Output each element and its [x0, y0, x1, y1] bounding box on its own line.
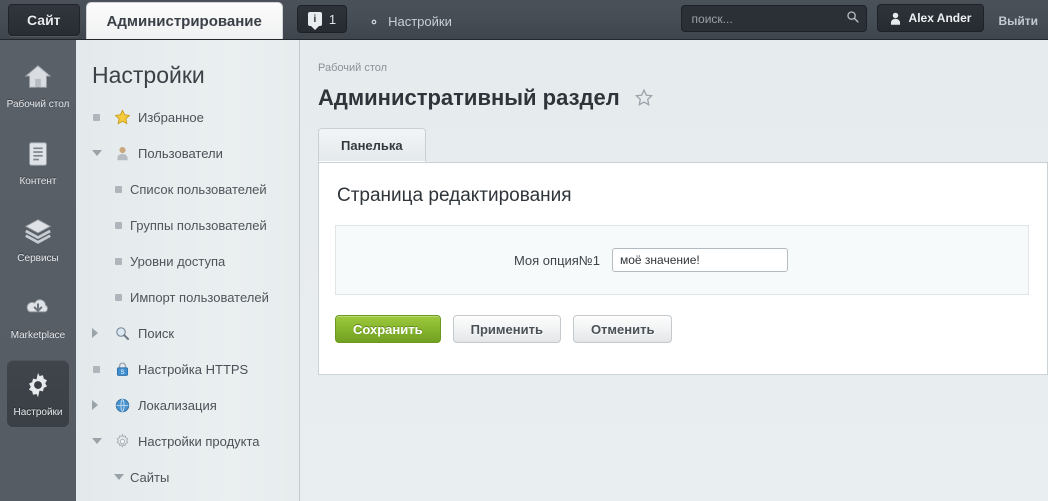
user-icon — [114, 145, 131, 162]
top-bar-settings-label: Настройки — [388, 14, 452, 29]
bullet-marker — [92, 113, 108, 121]
bullet-marker — [114, 293, 130, 301]
rail-item-settings[interactable]: Настройки — [7, 360, 69, 427]
tab-strip: Панелька — [318, 128, 1048, 163]
arrow-down-icon[interactable] — [92, 150, 108, 156]
top-bar-settings-link[interactable]: Настройки — [367, 14, 452, 29]
rail-item-services[interactable]: Сервисы — [0, 206, 76, 273]
tree-item-sites[interactable]: Сайты — [76, 459, 299, 495]
notification-count: 1 — [328, 11, 337, 27]
bullet-marker — [114, 185, 130, 193]
tab-administration[interactable]: Администрирование — [85, 2, 283, 39]
rail-item-label: Сервисы — [17, 253, 59, 264]
tree-item-label: Настройка HTTPS — [138, 361, 249, 377]
rail-item-label: Контент — [19, 176, 57, 187]
tree-item-label: Сайты — [130, 469, 170, 485]
layers-icon — [23, 216, 53, 246]
rail-item-label: Настройки — [13, 407, 63, 418]
home-icon — [23, 62, 53, 92]
tree-item-label: Пользователи — [138, 145, 223, 161]
tree-item-product-settings[interactable]: Настройки продукта — [76, 423, 299, 459]
tree-item-user-list[interactable]: Список пользователей — [76, 171, 299, 207]
svg-text:S: S — [121, 369, 125, 375]
tree-item-label: Настройки продукта — [138, 433, 260, 449]
info-bubble-icon: i — [307, 12, 322, 30]
lock-icon: S — [114, 361, 131, 378]
tree-item-favorites[interactable]: Избранное — [76, 99, 299, 135]
magnifier-icon — [114, 325, 131, 342]
tree-item-label: Импорт пользователей — [130, 289, 269, 305]
bullet-marker — [92, 365, 108, 373]
star-icon — [114, 108, 131, 126]
tree-item-access-levels[interactable]: Уровни доступа — [76, 243, 299, 279]
option-1-label: Моя опция№1 — [513, 252, 600, 268]
bullet-marker — [114, 221, 130, 229]
tree-item-label: Локализация — [138, 397, 217, 413]
page-title-row: Административный раздел — [300, 74, 1048, 111]
notifications-badge[interactable]: i 1 — [296, 5, 348, 33]
tree-item-label: Избранное — [138, 109, 204, 125]
user-icon — [890, 12, 901, 25]
tree-title: Настройки — [92, 62, 205, 88]
rail-item-label: Рабочий стол — [6, 99, 70, 110]
tree-item-search[interactable]: Поиск — [76, 315, 299, 351]
bullet-marker — [114, 257, 130, 265]
tab-panelka[interactable]: Панелька — [318, 128, 426, 162]
gear-icon — [367, 15, 381, 29]
gear-icon — [23, 370, 53, 400]
main-content: Рабочий стол Административный раздел Пан… — [300, 40, 1048, 501]
tree-item-label: Группы пользователей — [130, 217, 267, 233]
arrow-right-icon[interactable] — [92, 328, 108, 338]
tree-item-user-import[interactable]: Импорт пользователей — [76, 279, 299, 315]
tree-item-users[interactable]: Пользователи — [76, 135, 299, 171]
search-box — [680, 5, 867, 32]
tree-item-localization[interactable]: Локализация — [76, 387, 299, 423]
tree-item-label: Поиск — [138, 325, 175, 341]
field-group: Моя опция№1 — [335, 225, 1029, 295]
breadcrumb[interactable]: Рабочий стол — [300, 40, 1048, 74]
arrow-right-icon[interactable] — [92, 400, 108, 410]
globe-icon — [114, 397, 131, 414]
tree-item-https-settings[interactable]: S Настройка HTTPS — [76, 351, 299, 387]
panel-heading: Страница редактирования — [337, 185, 572, 206]
rail-item-desktop[interactable]: Рабочий стол — [0, 52, 76, 119]
tree-item-label: Уровни доступа — [130, 253, 226, 269]
top-bar: Сайт Администрирование i 1 Настройки пои… — [0, 0, 1048, 40]
icon-rail: Рабочий стол Контент Сервисы Marketplace… — [0, 40, 76, 501]
tree-item-user-groups[interactable]: Группы пользователей — [76, 207, 299, 243]
user-name: Alex Ander — [908, 11, 972, 25]
logout-link[interactable]: Выйти — [998, 14, 1038, 28]
cloud-download-icon — [23, 293, 53, 323]
cancel-button[interactable]: Отменить — [572, 315, 673, 343]
rail-item-label: Marketplace — [10, 330, 66, 341]
gear-icon — [114, 433, 131, 450]
search-input[interactable] — [680, 5, 867, 32]
apply-button[interactable]: Применить — [452, 315, 561, 343]
top-bar-tabs: Сайт Администрирование — [0, 0, 283, 39]
rail-item-marketplace[interactable]: Marketplace — [0, 283, 76, 350]
save-button[interactable]: Сохранить — [335, 315, 441, 343]
tab-site[interactable]: Сайт — [8, 4, 80, 36]
form-actions: Сохранить Применить Отменить — [319, 295, 1047, 365]
star-outline-icon[interactable] — [634, 88, 654, 108]
document-icon — [23, 139, 53, 169]
arrow-down-icon[interactable] — [114, 474, 130, 480]
user-menu[interactable]: Alex Ander — [876, 4, 985, 32]
rail-item-content[interactable]: Контент — [0, 129, 76, 196]
option-1-input[interactable] — [612, 248, 788, 272]
search-icon[interactable] — [846, 10, 860, 24]
arrow-down-icon[interactable] — [92, 438, 108, 444]
settings-tree-sidebar: Настройки Избранное Пользователи Список … — [76, 40, 300, 501]
edit-panel: Страница редактирования Моя опция№1 Сохр… — [318, 163, 1048, 375]
tree-item-label: Список пользователей — [130, 181, 267, 197]
page-title: Административный раздел — [318, 85, 620, 110]
